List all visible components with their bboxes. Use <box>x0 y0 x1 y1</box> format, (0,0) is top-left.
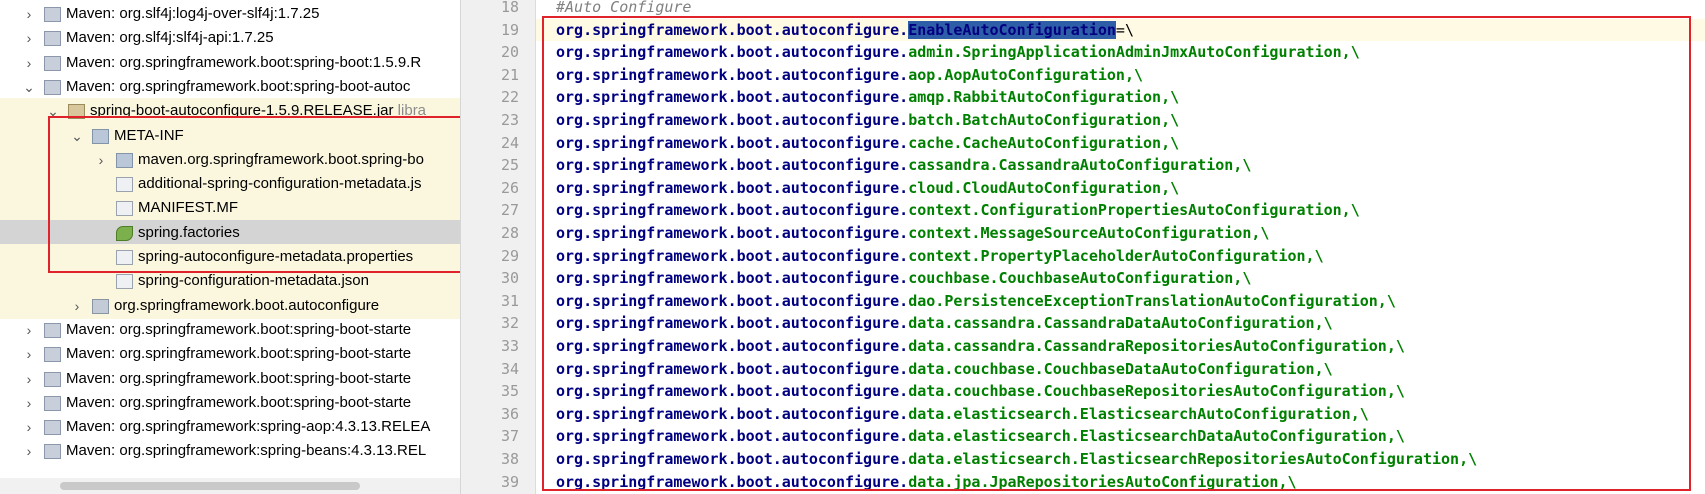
tree-row[interactable]: › Maven: org.springframework.boot:spring-… <box>0 317 460 343</box>
chevron-right-icon[interactable]: › <box>22 366 36 392</box>
chevron-right-icon[interactable]: › <box>22 317 36 343</box>
tree-row-label: Maven: org.springframework.boot:spring-b… <box>66 369 412 387</box>
chevron-down-icon[interactable]: ⌄ <box>22 74 36 100</box>
scrollbar-thumb[interactable] <box>60 482 360 490</box>
line-number: 19 <box>500 20 519 39</box>
tree-row[interactable]: › Maven: org.springframework.boot:spring-… <box>0 366 460 392</box>
maven-icon <box>44 347 61 363</box>
tree-row[interactable]: › Maven: org.springframework:spring-beans… <box>0 438 460 464</box>
tree-row[interactable]: ⌄ Maven: org.springframework.boot:spring-… <box>0 74 460 100</box>
line-number: 30 <box>500 269 519 288</box>
tree-row-label: Maven: org.springframework:spring-beans:… <box>66 442 427 460</box>
line-number: 22 <box>500 88 519 107</box>
line-number: 34 <box>500 359 519 378</box>
maven-icon <box>44 31 61 47</box>
line-number: 26 <box>500 178 519 197</box>
line-number: 36 <box>500 404 519 423</box>
tree-row[interactable]: › org.springframework.boot.autoconfigure <box>0 292 460 319</box>
tree-row-label: Maven: org.springframework.boot:spring-b… <box>66 320 412 338</box>
maven-icon <box>44 420 61 436</box>
tree-row-label: Maven: org.springframework.boot:spring-b… <box>66 345 412 363</box>
tree-row-label: Maven: org.springframework:spring-aop:4.… <box>66 418 431 436</box>
maven-icon <box>44 322 61 338</box>
tree-row[interactable]: › Maven: org.slf4j:log4j-over-slf4j:1.7.2… <box>0 1 460 27</box>
line-number: 35 <box>500 382 519 401</box>
chevron-right-icon[interactable]: › <box>70 293 84 319</box>
chevron-right-icon[interactable]: › <box>22 438 36 464</box>
chevron-right-icon[interactable]: › <box>22 341 36 367</box>
chevron-right-icon[interactable]: › <box>22 390 36 416</box>
line-number: 28 <box>500 224 519 242</box>
tree-row-label: Maven: org.springframework.boot:spring-b… <box>66 77 411 95</box>
tree-row[interactable]: › Maven: org.slf4j:slf4j-api:1.7.25 <box>0 25 460 51</box>
tree-row[interactable]: › Maven: org.springframework:spring-aop:4… <box>0 414 460 440</box>
line-number: 18 <box>500 0 519 16</box>
line-number: 21 <box>500 65 519 84</box>
line-number-gutter: 18 19 20 21 22 23 24 25 26 27 28 29 30 31 32 33 34 35 36 37… <box>461 0 536 494</box>
line-number: 32 <box>500 314 519 333</box>
maven-icon <box>44 444 61 460</box>
maven-icon <box>44 395 61 411</box>
tree-row[interactable]: › Maven: org.springframework.boot:spring-… <box>0 50 460 76</box>
line-number: 23 <box>500 111 519 129</box>
tree-row-label: Maven: org.slf4j:log4j-over-slf4j:1.7.25 <box>66 5 320 22</box>
tree-row-label: Maven: org.springframework.boot:spring-b… <box>66 393 412 411</box>
maven-icon <box>44 7 61 22</box>
pkg-icon <box>92 298 109 314</box>
maven-icon <box>44 79 61 95</box>
chevron-right-icon[interactable]: › <box>22 1 36 27</box>
tree-row-label: Maven: org.springframework.boot:spring-b… <box>66 53 422 71</box>
line-number: 24 <box>500 133 519 152</box>
editor-highlight-box <box>542 16 1691 491</box>
file-icon <box>116 274 133 290</box>
tree-highlight-box <box>48 116 470 273</box>
line-number: 37 <box>500 427 519 446</box>
line-number: 29 <box>500 246 519 265</box>
line-number: 31 <box>500 291 519 310</box>
tree-row-label: Maven: org.slf4j:slf4j-api:1.7.25 <box>66 29 274 47</box>
line-number: 38 <box>500 450 519 468</box>
chevron-right-icon[interactable]: › <box>22 414 36 440</box>
chevron-right-icon[interactable]: › <box>22 50 36 76</box>
line-number: 39 <box>500 472 519 491</box>
maven-icon <box>44 55 61 71</box>
maven-icon <box>44 371 61 387</box>
tree-row-label: org.springframework.boot.autoconfigure <box>114 296 380 314</box>
horizontal-scrollbar[interactable] <box>0 478 460 494</box>
line-number: 27 <box>500 201 519 220</box>
line-number: 20 <box>500 43 519 62</box>
line-number: 25 <box>500 156 519 175</box>
line-number: 33 <box>500 337 519 355</box>
chevron-right-icon[interactable]: › <box>22 25 36 51</box>
tree-row[interactable]: › Maven: org.springframework.boot:spring-… <box>0 390 460 416</box>
tree-row[interactable]: › Maven: org.springframework.boot:spring-… <box>0 341 460 367</box>
